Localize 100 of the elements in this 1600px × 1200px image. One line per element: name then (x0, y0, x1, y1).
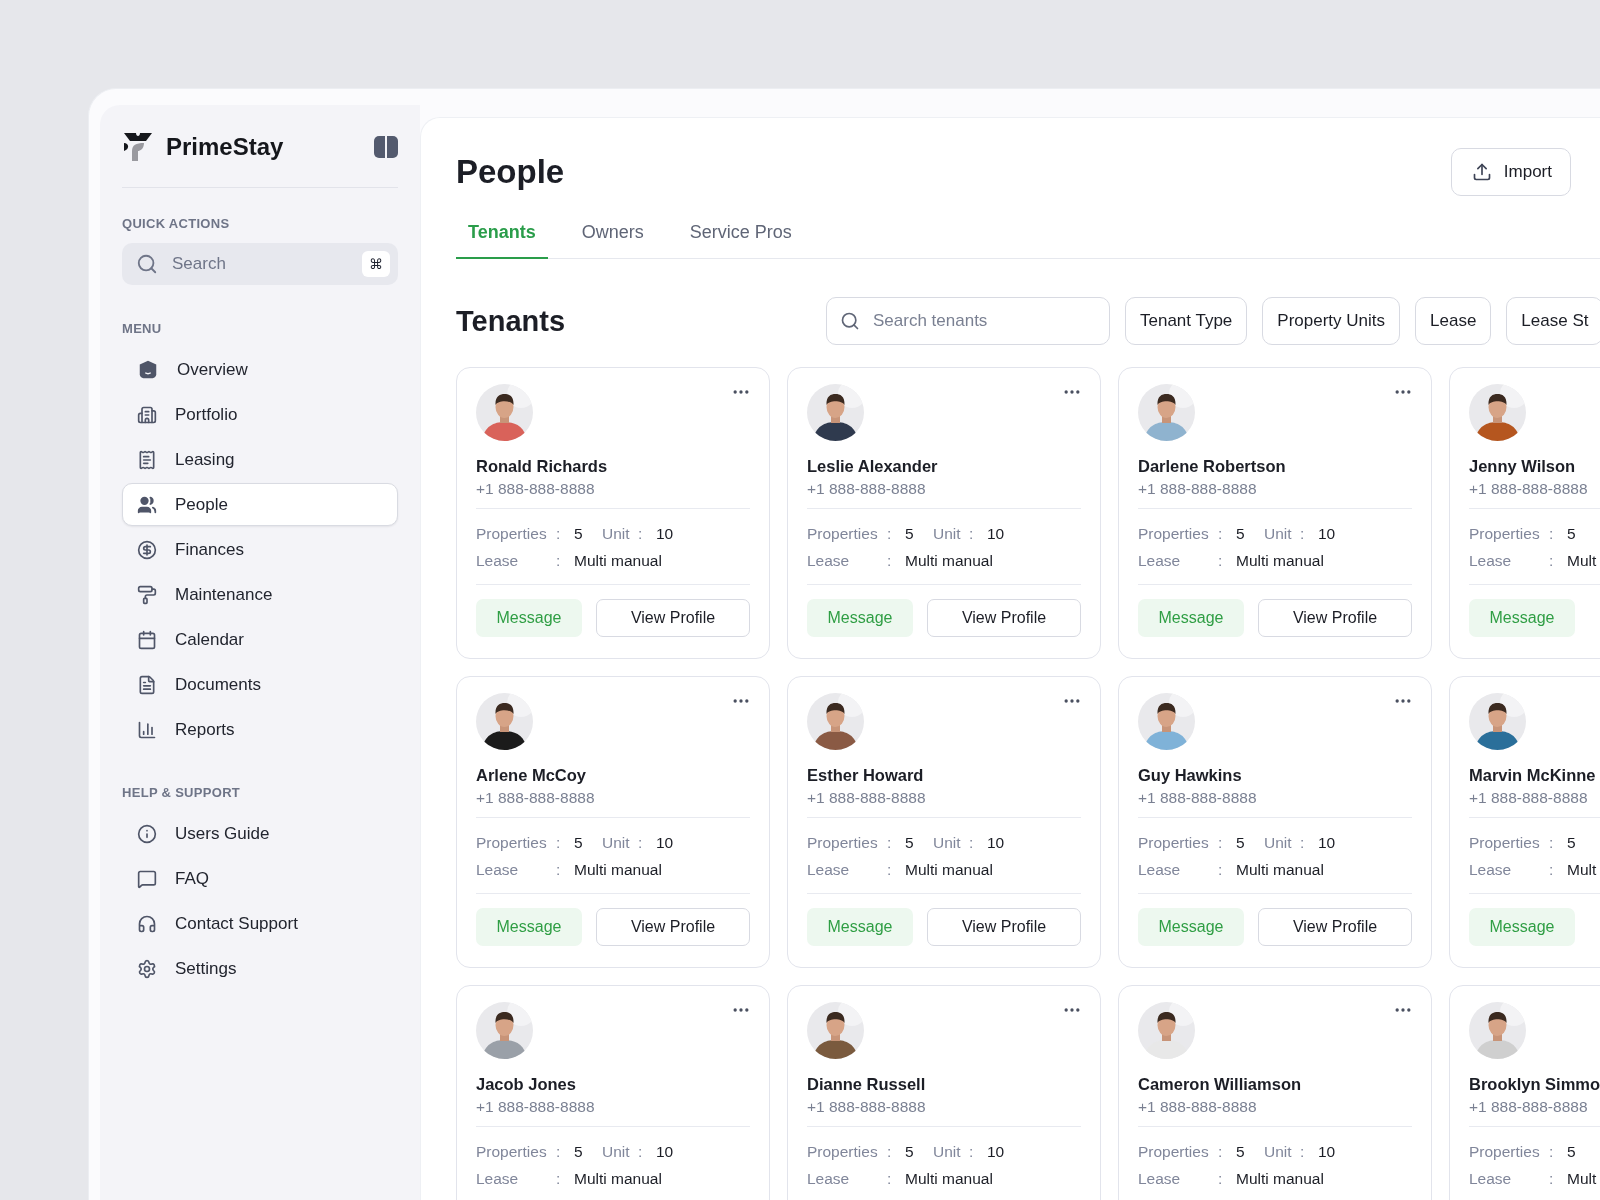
field-label: Lease (807, 861, 851, 879)
colon: : (1549, 525, 1555, 543)
view-profile-button[interactable]: View Profile (596, 599, 750, 637)
settings-icon (137, 958, 157, 979)
field-label: Lease (1138, 861, 1182, 879)
nav-item[interactable]: People (122, 483, 398, 526)
field-label: Properties (1138, 1143, 1210, 1161)
field-value: Multi manual (574, 1170, 663, 1188)
field-value: Multi manual (905, 1170, 994, 1188)
colon: : (556, 861, 562, 879)
field-label: Lease (476, 552, 520, 570)
field-label: Unit (1264, 1143, 1293, 1161)
field-label: Unit (602, 1143, 631, 1161)
paint-roller-icon (137, 584, 157, 605)
filter-button[interactable]: Lease (1415, 297, 1492, 345)
field-label: Lease (1138, 552, 1182, 570)
field-label: Unit (933, 525, 962, 543)
colon: : (638, 1143, 644, 1161)
house-icon (137, 358, 159, 381)
field-value: 10 (1318, 525, 1337, 543)
filter-button[interactable]: Lease St (1506, 297, 1600, 345)
tenant-phone: +1 888-888-8888 (476, 1098, 750, 1127)
tenant-name: Leslie Alexander (807, 457, 939, 476)
tenant-phone: +1 888-888-8888 (1469, 1098, 1600, 1127)
colon: : (969, 525, 975, 543)
view-profile-button[interactable]: View Profile (1258, 599, 1412, 637)
nav-item[interactable]: Maintenance (122, 573, 398, 616)
tenant-phone: +1 888-888-8888 (476, 789, 750, 818)
tab[interactable]: Service Pros (677, 216, 804, 259)
brand-name: PrimeStay (166, 133, 285, 161)
nav-item[interactable]: Portfolio (122, 393, 398, 436)
colon: : (1549, 834, 1555, 852)
search-field[interactable]: Search tenants (826, 297, 1110, 345)
colon: : (969, 834, 975, 852)
sidebar-toggle-icon[interactable] (374, 136, 398, 158)
field-value: 5 (1567, 1143, 1577, 1161)
info-icon (137, 823, 157, 844)
field-label: Lease (807, 552, 851, 570)
field-value: 5 (905, 525, 915, 543)
nav-item[interactable]: Leasing (122, 438, 398, 481)
field-label: Lease (807, 1170, 851, 1188)
chat-icon (137, 868, 157, 889)
section-title: Tenants (456, 304, 567, 338)
field-value: Mult (1567, 861, 1598, 879)
field-label: Unit (1264, 525, 1293, 543)
nav-item[interactable]: Documents (122, 663, 398, 706)
field-label: Properties (807, 1143, 879, 1161)
field-value: 10 (656, 834, 675, 852)
field-label: Unit (602, 525, 631, 543)
nav-item[interactable]: Users Guide (122, 812, 398, 855)
filter-button[interactable]: Property Units (1262, 297, 1401, 345)
colon: : (887, 552, 893, 570)
tenant-name: Jenny Wilson (1469, 457, 1577, 476)
colon: : (556, 1143, 562, 1161)
users-icon (137, 494, 157, 515)
nav-item[interactable]: Settings (122, 947, 398, 990)
field-value: 10 (987, 834, 1006, 852)
field-value: 5 (1236, 834, 1246, 852)
colon: : (887, 525, 893, 543)
tenant-name: Jacob Jones (476, 1075, 577, 1094)
field-label: Properties (1138, 834, 1210, 852)
tenant-name: Brooklyn Simmo (1469, 1075, 1600, 1094)
field-value: 10 (656, 525, 675, 543)
colon: : (556, 834, 562, 852)
field-value: Multi manual (574, 552, 663, 570)
tenant-name: Arlene McCoy (476, 766, 588, 785)
view-profile-button[interactable]: View Profile (927, 908, 1081, 946)
tenant-name: Ronald Richards (476, 457, 609, 476)
tab[interactable]: Owners (569, 216, 656, 259)
colon: : (1300, 834, 1306, 852)
field-value: 10 (1318, 834, 1337, 852)
document-icon (137, 674, 157, 695)
tenant-phone: +1 888-888-8888 (1469, 480, 1600, 509)
nav-item[interactable]: Overview (122, 348, 398, 391)
dollar-icon (137, 539, 157, 560)
tenant-phone: +1 888-888-8888 (1469, 789, 1600, 818)
nav-item[interactable]: Finances (122, 528, 398, 571)
section-label: QUICK ACTIONS (122, 216, 231, 231)
field-value: 5 (1567, 834, 1577, 852)
logo-icon (122, 131, 154, 163)
tenant-name: Darlene Robertson (1138, 457, 1287, 476)
view-profile-button[interactable]: View Profile (596, 908, 750, 946)
field-value: 10 (1318, 1143, 1337, 1161)
colon: : (1549, 1170, 1555, 1188)
nav-item[interactable]: Calendar (122, 618, 398, 661)
nav-item[interactable]: Contact Support (122, 902, 398, 945)
field-value: Multi manual (905, 861, 994, 879)
tenant-phone: +1 888-888-8888 (807, 480, 1081, 509)
import-button[interactable]: Import (1450, 148, 1571, 196)
nav-item[interactable]: Reports (122, 708, 398, 751)
tenant-phone: +1 888-888-8888 (1138, 789, 1412, 818)
field-label: Lease (476, 861, 520, 879)
filter-button[interactable]: Tenant Type (1125, 297, 1248, 345)
field-value: Mult (1567, 1170, 1598, 1188)
colon: : (556, 1170, 562, 1188)
page-title: People (456, 153, 565, 191)
nav-item[interactable]: FAQ (122, 857, 398, 900)
view-profile-button[interactable]: View Profile (1258, 908, 1412, 946)
receipt-icon (137, 449, 157, 470)
view-profile-button[interactable]: View Profile (927, 599, 1081, 637)
